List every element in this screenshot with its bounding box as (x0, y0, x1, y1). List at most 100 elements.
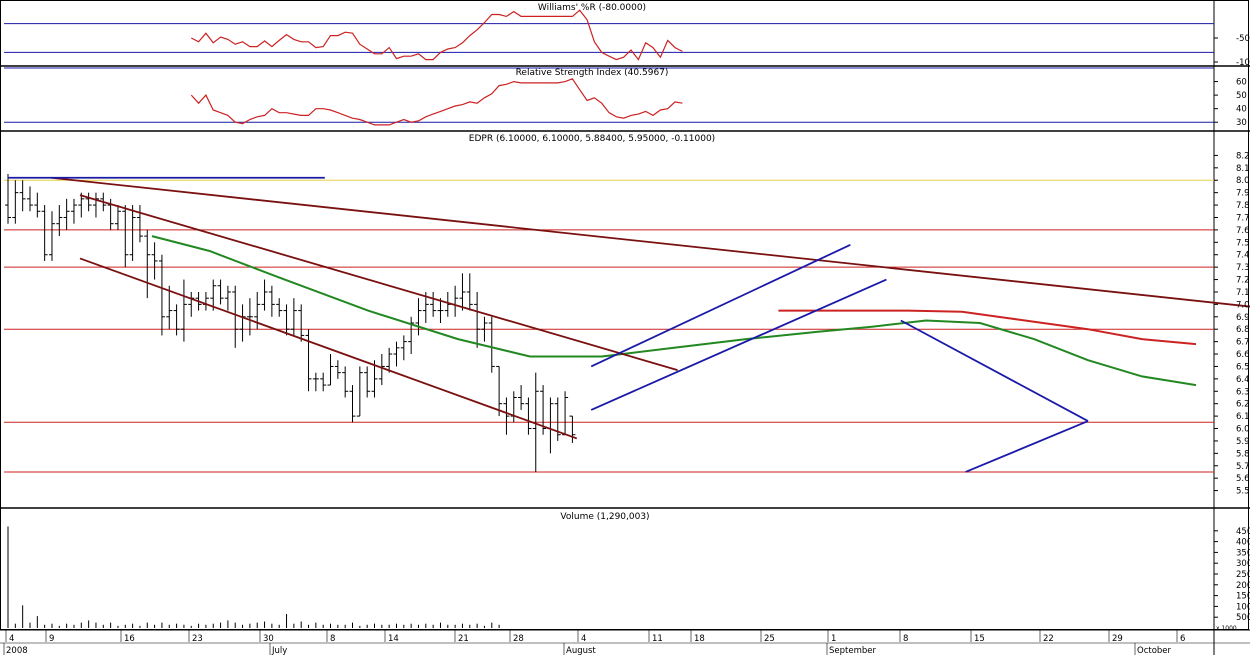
ohlc-bar (268, 285, 275, 317)
trendline (590, 243, 851, 368)
ohlc-bar (305, 329, 312, 392)
y-tick-label: 7.5 (1236, 238, 1250, 248)
ohlc-bar (41, 205, 48, 261)
trendline (51, 176, 1250, 308)
rsi-title: Relative Strength Index (40.5967) (516, 68, 669, 78)
ohlc-bar (415, 298, 422, 336)
ohlc-bar (144, 229, 151, 299)
y-tick-label: 6.7 (1236, 338, 1250, 348)
y-tick-label: 50 (1236, 91, 1247, 101)
y-tick-label: 5.6 (1236, 474, 1250, 484)
x-tick-label: 29 (1112, 634, 1123, 644)
month-label: 2008 (6, 646, 28, 655)
ohlc-bar (466, 273, 473, 311)
ohlc-bar (356, 366, 363, 417)
y-tick-label: 15000 (1236, 592, 1250, 602)
month-label: September (829, 646, 876, 655)
x-tick-label: 8 (903, 634, 908, 644)
x-tick-label: 30 (263, 634, 274, 644)
axis-ticks: -50 -100 60 50 40 30 8.2 8.1 8.0 7.9 7.8 7.7 7.6 7.5 7… (3, 34, 1250, 655)
y-tick-label: 5.9 (1236, 437, 1250, 447)
y-tick-label: 10000 (1236, 602, 1250, 612)
y-tick-label: 6.8 (1236, 325, 1250, 335)
x-tick-label: 15 (974, 634, 985, 644)
x-tick-label: 21 (458, 634, 469, 644)
ohlc-bar (474, 291, 481, 348)
ohlc-bar (34, 192, 41, 218)
ohlc-bar (327, 354, 334, 386)
trendline (79, 257, 578, 440)
y-tick-label: 7.4 (1236, 251, 1250, 261)
y-tick-label: 6.6 (1236, 350, 1250, 360)
reference-lines (4, 23, 1214, 473)
y-tick-label: 7.3 (1236, 263, 1250, 273)
y-tick-label: 25000 (1236, 570, 1250, 580)
ohlc-bar (188, 291, 195, 317)
y-tick-label: 45000 (1236, 527, 1250, 537)
ohlc-bar (239, 304, 246, 342)
x-tick-label: 22 (1043, 634, 1054, 644)
trendline (965, 420, 1089, 473)
x-tick-label: 16 (124, 634, 135, 644)
ohlc-bar (217, 279, 224, 305)
ohlc-bar (70, 198, 77, 224)
y-tick-label: 7.1 (1236, 288, 1250, 298)
y-tick-label: -100 (1236, 58, 1250, 68)
y-tick-label: 5000 (1236, 613, 1250, 623)
ohlc-bar (408, 316, 415, 355)
month-label: August (566, 646, 596, 655)
y-tick-label: 8.1 (1236, 164, 1250, 174)
y-tick-label: 20000 (1236, 581, 1250, 591)
ohlc-bar (518, 385, 525, 410)
ohlc-bar (122, 205, 129, 268)
x-tick-label: 14 (388, 634, 399, 644)
rsi-line (190, 78, 683, 126)
panel-frames (0, 0, 1250, 655)
ohlc-bar (488, 316, 495, 373)
x-tick-label: 18 (694, 634, 705, 644)
ohlc-bar (290, 298, 297, 336)
ohlc-bar (63, 198, 70, 230)
ohlc-bar (312, 372, 319, 392)
y-tick-label: 6.9 (1236, 313, 1250, 323)
y-tick-label: 7.6 (1236, 226, 1250, 236)
ohlc-bar (12, 180, 19, 224)
ohlc-bar (202, 291, 209, 311)
ohlc-bar (298, 304, 305, 342)
ohlc-bar (569, 415, 576, 443)
x-tick-label: 4 (9, 634, 14, 644)
ohlc-bar (430, 291, 437, 317)
trendline (900, 319, 1089, 422)
month-label: July (271, 646, 287, 655)
ohlc-bar (320, 372, 327, 392)
ohlc-bar (56, 205, 63, 237)
ohlc-bar (92, 192, 99, 218)
ohlc-bar (364, 366, 371, 398)
y-tick-label: 5.8 (1236, 449, 1250, 459)
ohlc-bar (503, 397, 510, 435)
ohlc-bar (5, 174, 11, 224)
ohlc-bar (180, 279, 187, 342)
y-tick-label: 5.7 (1236, 462, 1250, 472)
series-layer (5, 9, 1250, 628)
x-tick-label: 11 (652, 634, 663, 644)
ohlc-bar (85, 192, 92, 212)
x-tick-label: 8 (330, 634, 335, 644)
x-tick-label: 1 (831, 634, 836, 644)
y-tick-label: 6.3 (1236, 387, 1250, 397)
y-tick-label: 6.2 (1236, 400, 1250, 410)
ohlc-bar (26, 186, 33, 212)
ohlc-bar (378, 354, 385, 386)
y-tick-label: 30000 (1236, 559, 1250, 569)
ohlc-bar (114, 205, 121, 230)
ohlc-bar (283, 304, 290, 336)
x-tick-label: 4 (581, 634, 586, 644)
y-tick-label: 8.0 (1236, 176, 1250, 186)
x-tick-label: 28 (513, 634, 524, 644)
ohlc-bar (510, 391, 517, 423)
ohlc-bar (129, 205, 136, 261)
ohlc-bar (547, 397, 554, 454)
price-title: EDPR (6.10000, 6.10000, 5.88400, 5.95000… (469, 134, 715, 144)
month-label: October (1137, 646, 1172, 655)
y-tick-label: 6.1 (1236, 412, 1250, 422)
